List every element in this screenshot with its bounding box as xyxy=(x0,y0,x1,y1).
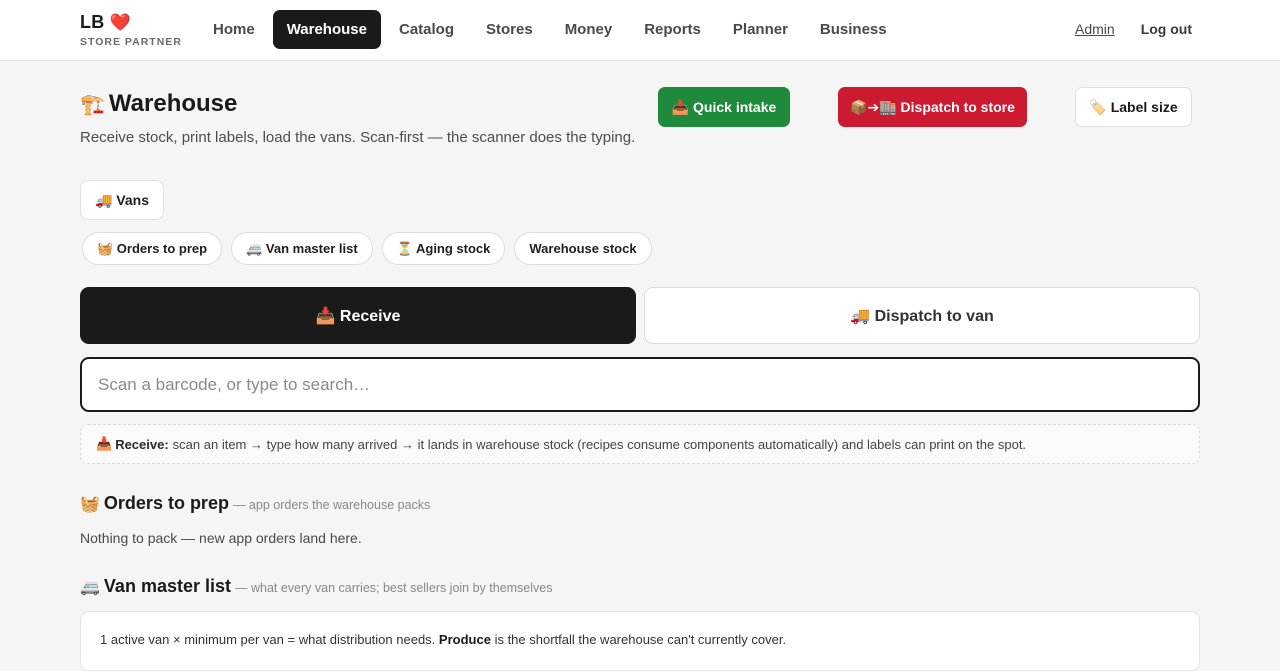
receive-hint-box: 📥 Receive: scan an item → type how many … xyxy=(80,424,1200,464)
chip-orders-to-prep[interactable]: 🧺 Orders to prep xyxy=(82,232,223,265)
nav-item-home[interactable]: Home xyxy=(199,10,269,49)
hint-text: scan an item → type how many arrived → i… xyxy=(172,436,1027,452)
label-size-button[interactable]: 🏷️ Label size xyxy=(1075,87,1192,127)
brand-logo[interactable]: LB ❤️ STORE PARTNER xyxy=(80,12,182,48)
nav-item-warehouse[interactable]: Warehouse xyxy=(272,10,381,49)
nav-item-business[interactable]: Business xyxy=(806,10,901,49)
top-navbar: LB ❤️ STORE PARTNER Home Warehouse Catal… xyxy=(0,0,1280,61)
page-title: 🏗️ Warehouse xyxy=(80,90,237,118)
minibus-icon: 🚐 xyxy=(80,579,100,596)
chip-warehouse-stock[interactable]: Warehouse stock xyxy=(514,232,652,265)
van-master-list-card: 1 active van × minimum per van = what di… xyxy=(80,611,1200,671)
van-master-list-title: Van master list xyxy=(103,576,231,596)
chip-van-master-list[interactable]: 🚐 Van master list xyxy=(231,232,373,265)
van-master-list-heading: 🚐 Van master list — what every van carries… xyxy=(80,576,553,597)
main-nav: Home Warehouse Catalog Stores Money Repo… xyxy=(199,10,905,49)
orders-to-prep-title: Orders to prep xyxy=(103,493,229,513)
nav-item-reports[interactable]: Reports xyxy=(630,10,715,49)
orders-empty-message: Nothing to pack — new app orders land he… xyxy=(80,530,362,546)
van-master-list-info: 1 active van × minimum per van = what di… xyxy=(100,632,787,647)
nav-item-stores[interactable]: Stores xyxy=(472,10,547,49)
admin-link[interactable]: Admin xyxy=(1075,21,1115,37)
inbox-tray-icon: 📥 xyxy=(96,436,113,451)
section-chips: 🧺 Orders to prep 🚐 Van master list ⏳ Agi… xyxy=(82,232,661,265)
brand-name: LB ❤️ xyxy=(80,12,131,32)
heart-icon: ❤️ xyxy=(109,13,131,32)
hint-label: Receive: xyxy=(115,436,169,452)
basket-icon: 🧺 xyxy=(80,496,100,513)
chip-aging-stock[interactable]: ⏳ Aging stock xyxy=(381,232,506,265)
nav-user-area: Admin Log out xyxy=(1075,21,1192,37)
mode-tab-receive[interactable]: 📥 Receive xyxy=(80,287,636,344)
logout-button[interactable]: Log out xyxy=(1141,21,1192,37)
orders-to-prep-note: — app orders the warehouse packs xyxy=(232,498,431,512)
construction-crane-icon: 🏗️ xyxy=(80,94,105,116)
vans-button[interactable]: 🚚 Vans xyxy=(80,180,164,220)
van-master-list-note: — what every van carries; best sellers j… xyxy=(235,581,553,595)
page-title-text: Warehouse xyxy=(108,90,238,117)
mode-tab-dispatch-to-van[interactable]: 🚚 Dispatch to van xyxy=(644,287,1200,344)
page-subtitle: Receive stock, print labels, load the va… xyxy=(80,129,636,146)
scan-search-input[interactable] xyxy=(80,357,1200,412)
orders-to-prep-heading: 🧺 Orders to prep — app orders the warehous… xyxy=(80,493,430,514)
nav-item-catalog[interactable]: Catalog xyxy=(385,10,468,49)
quick-intake-button[interactable]: 📥 Quick intake xyxy=(658,87,790,127)
nav-item-planner[interactable]: Planner xyxy=(719,10,802,49)
nav-item-money[interactable]: Money xyxy=(551,10,627,49)
brand-subtitle: STORE PARTNER xyxy=(80,36,182,48)
dispatch-to-store-button[interactable]: 📦➔🏬 Dispatch to store xyxy=(838,87,1027,127)
